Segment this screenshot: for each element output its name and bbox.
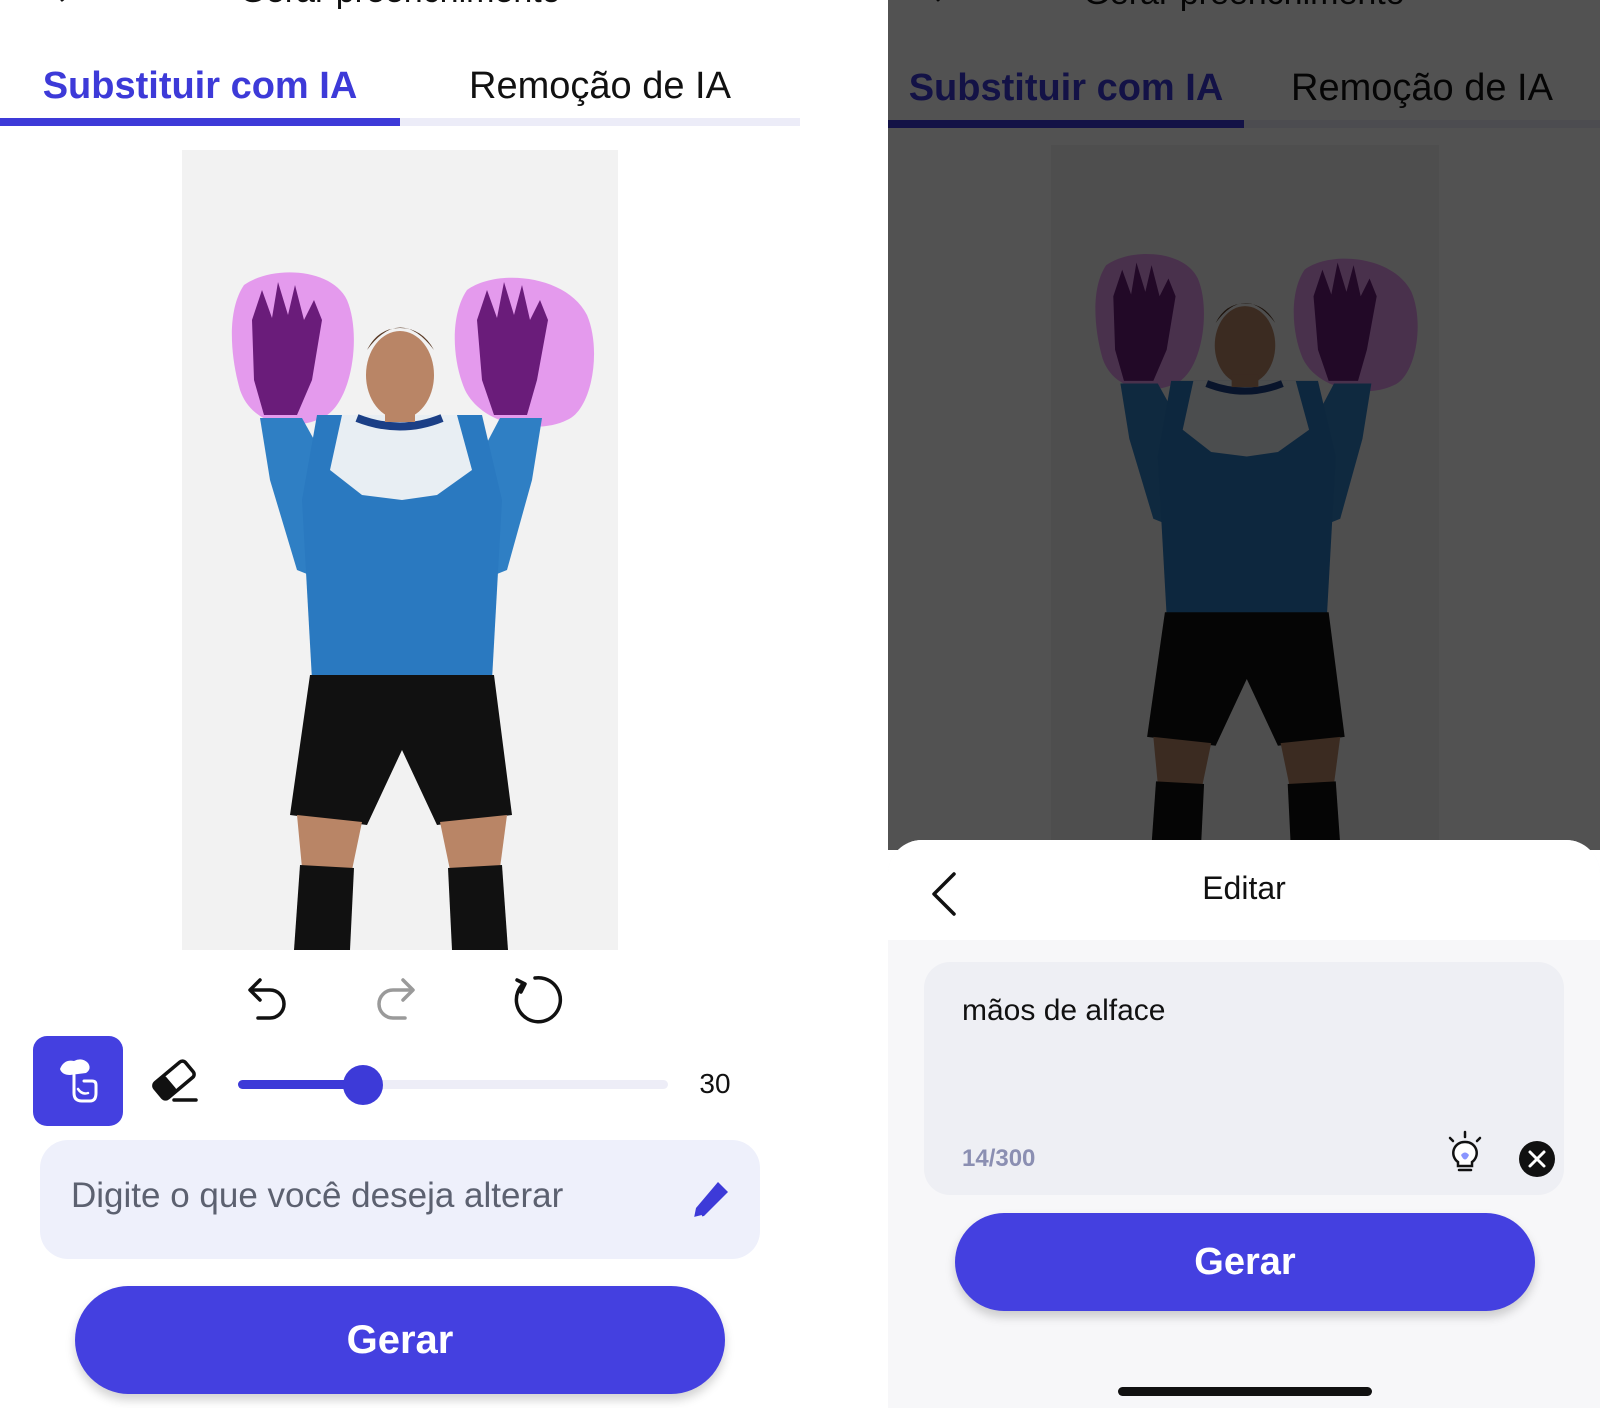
generate-button[interactable]: Gerar [955, 1213, 1535, 1311]
fill-editor-panel: Gerar preenchimento Substituir com IA Re… [0, 0, 800, 1408]
edit-sheet-panel: Gerar preenchimento Substituir com IA Re… [888, 0, 1600, 1408]
sheet-header: Editar [888, 840, 1600, 940]
brush-tap-icon [60, 1059, 98, 1103]
brush-size-value: 30 [699, 1068, 731, 1099]
reset-icon[interactable] [505, 968, 565, 1028]
slider-thumb[interactable] [342, 1065, 383, 1105]
brush-tool-button[interactable] [33, 1036, 123, 1126]
clear-circle-icon[interactable] [1518, 1140, 1556, 1178]
redo-icon[interactable] [369, 968, 429, 1028]
home-indicator [1118, 1387, 1372, 1396]
edit-text-value[interactable]: mãos de alface [962, 994, 1165, 1028]
header: Gerar preenchimento [0, 0, 800, 18]
page-title: Gerar preenchimento [0, 0, 800, 11]
lightbulb-icon[interactable] [1444, 1130, 1486, 1178]
eraser-icon[interactable] [146, 1052, 202, 1108]
tab-remove-ai[interactable]: Remoção de IA [400, 56, 800, 116]
tab-bar: Substituir com IA Remoção de IA [0, 56, 800, 126]
edit-text-area[interactable]: mãos de alface 14/300 [924, 962, 1564, 1195]
character-counter: 14/300 [962, 1145, 1036, 1172]
undo-icon[interactable] [234, 968, 294, 1028]
photo-canvas[interactable] [182, 150, 618, 950]
pen-icon[interactable] [688, 1176, 734, 1222]
prompt-placeholder: Digite o que você deseja alterar [71, 1176, 564, 1215]
edit-sheet: Editar mãos de alface 14/300 Gerar [888, 840, 1600, 1408]
tab-replace-ai[interactable]: Substituir com IA [0, 56, 400, 116]
generate-button[interactable]: Gerar [75, 1286, 725, 1394]
sheet-title: Editar [1202, 870, 1286, 906]
dim-overlay[interactable] [888, 0, 1600, 850]
tab-active-indicator [0, 118, 400, 126]
prompt-input[interactable]: Digite o que você deseja alterar [40, 1140, 760, 1259]
brush-size-slider[interactable] [238, 1065, 668, 1105]
